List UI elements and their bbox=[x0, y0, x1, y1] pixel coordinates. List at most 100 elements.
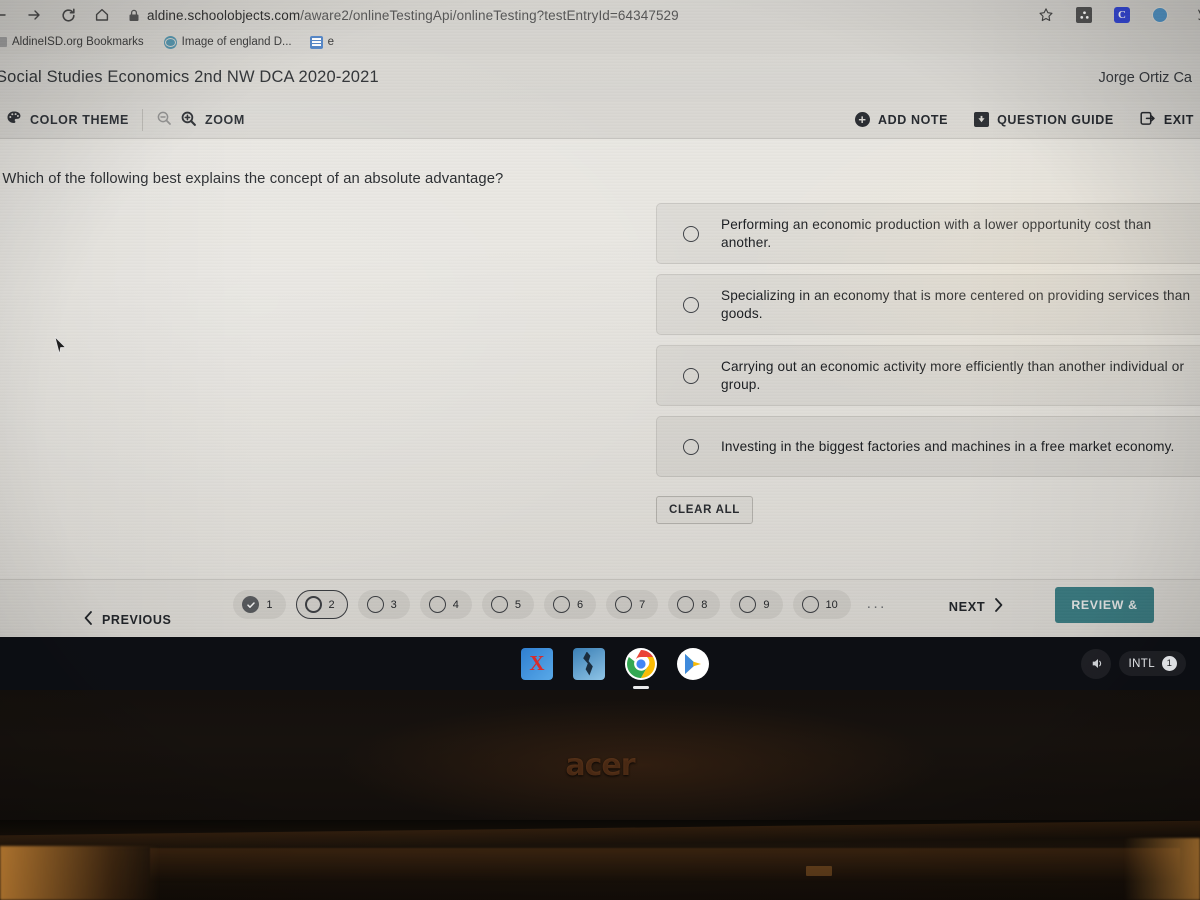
bookmark-item-england[interactable]: Image of england D... bbox=[163, 35, 292, 49]
pill-number: 9 bbox=[763, 598, 770, 611]
question-pill-8[interactable]: 8 bbox=[668, 590, 721, 619]
profile-icon[interactable] bbox=[1150, 5, 1170, 25]
answer-option-text: Carrying out an economic activity more e… bbox=[721, 358, 1185, 392]
app-running-indicator bbox=[633, 685, 649, 689]
pill-number: 4 bbox=[452, 598, 459, 611]
question-pill-2[interactable]: 2 bbox=[295, 590, 348, 619]
radio-icon[interactable] bbox=[683, 367, 699, 384]
question-guide-button[interactable]: QUESTION GUIDE bbox=[961, 101, 1127, 138]
radio-icon bbox=[677, 596, 695, 613]
mouse-cursor bbox=[54, 336, 68, 361]
add-note-label: ADD NOTE bbox=[877, 112, 949, 127]
exit-label: EXIT bbox=[1163, 112, 1194, 127]
omnibox[interactable]: aldine.schoolobjects.com/aware2/onlineTe… bbox=[128, 3, 1036, 27]
check-icon bbox=[242, 596, 260, 613]
lock-icon bbox=[128, 9, 140, 22]
back-arrow-icon[interactable] bbox=[0, 5, 10, 25]
test-toolbar-left: COLOR THEME ZOOM bbox=[0, 101, 258, 138]
question-pill-1[interactable]: 1 bbox=[233, 590, 286, 619]
bookmark-label: AldineISD.org Bookmarks bbox=[12, 36, 144, 48]
exit-button[interactable]: EXIT bbox=[1127, 101, 1198, 138]
question-nav-bar: PREVIOUS 1 2 3 4 5 6 7 8 9 10 ... NEXT R… bbox=[0, 579, 1200, 637]
next-button[interactable]: NEXT bbox=[948, 597, 1004, 615]
student-name: Jorge Ortiz Ca bbox=[1098, 69, 1192, 86]
question-guide-label: QUESTION GUIDE bbox=[997, 112, 1114, 127]
answer-option-text: Specializing in an economy that is more … bbox=[721, 287, 1191, 321]
pill-number: 7 bbox=[639, 598, 646, 611]
url-text: aldine.schoolobjects.com/aware2/onlineTe… bbox=[147, 8, 679, 23]
answer-option-a[interactable]: Performing an economic production with a… bbox=[656, 203, 1200, 264]
system-tray-status-area[interactable]: INTL 1 bbox=[1119, 651, 1186, 676]
previous-label: PREVIOUS bbox=[102, 612, 172, 627]
browser-toolbar: aldine.schoolobjects.com/aware2/onlineTe… bbox=[0, 0, 1200, 30]
pill-number: 8 bbox=[701, 598, 708, 611]
bookmark-item-aldineisd[interactable]: AldineISD.org Bookmarks bbox=[0, 36, 144, 48]
radio-icon[interactable] bbox=[683, 438, 699, 455]
question-pill-4[interactable]: 4 bbox=[419, 590, 472, 619]
test-toolbar: COLOR THEME ZOOM + ADD NOTE QUESTION GUI… bbox=[0, 101, 1200, 139]
question-pill-6[interactable]: 6 bbox=[544, 590, 597, 619]
zoom-out-button[interactable] bbox=[143, 101, 176, 138]
radio-icon[interactable] bbox=[683, 225, 699, 242]
volume-icon[interactable] bbox=[1081, 648, 1112, 679]
radio-icon bbox=[801, 596, 819, 613]
answer-option-c[interactable]: Carrying out an economic activity more e… bbox=[656, 345, 1200, 406]
answer-option-text: Performing an economic production with a… bbox=[721, 216, 1152, 250]
question-guide-icon bbox=[974, 112, 990, 127]
notification-badge: 1 bbox=[1162, 656, 1177, 671]
question-pill-5[interactable]: 5 bbox=[481, 590, 535, 619]
clear-all-button[interactable]: CLEAR ALL bbox=[656, 496, 754, 524]
laptop-base-tab bbox=[806, 866, 832, 876]
question-pill-7[interactable]: 7 bbox=[606, 590, 659, 619]
plus-circle-icon: + bbox=[854, 112, 870, 127]
ime-label: INTL bbox=[1128, 657, 1155, 670]
laptop-screen: aldine.schoolobjects.com/aware2/onlineTe… bbox=[0, 0, 1200, 648]
answer-option-text: Investing in the biggest factories and m… bbox=[721, 438, 1175, 454]
play-store-icon[interactable] bbox=[677, 647, 709, 680]
question-pill-3[interactable]: 3 bbox=[357, 590, 410, 619]
radio-icon bbox=[615, 596, 633, 613]
shelf-system-tray: INTL 1 bbox=[1081, 648, 1186, 679]
previous-button[interactable]: PREVIOUS bbox=[84, 611, 171, 628]
acer-brand-logo: acer bbox=[565, 748, 635, 783]
chrome-icon[interactable] bbox=[625, 647, 657, 689]
zoom-out-icon bbox=[156, 110, 172, 129]
add-note-button[interactable]: + ADD NOTE bbox=[842, 101, 961, 138]
forward-arrow-icon[interactable] bbox=[24, 5, 44, 25]
answer-option-d[interactable]: Investing in the biggest factories and m… bbox=[656, 416, 1200, 477]
question-pill-9[interactable]: 9 bbox=[730, 590, 783, 619]
reload-icon[interactable] bbox=[58, 5, 78, 25]
browser-nav-icons bbox=[0, 5, 112, 25]
radio-icon bbox=[304, 596, 322, 613]
xtramath-icon[interactable]: X bbox=[521, 647, 553, 680]
chevron-right-icon bbox=[994, 597, 1003, 615]
bookmark-label: Image of england D... bbox=[181, 36, 292, 48]
jumprope-icon[interactable] bbox=[573, 647, 605, 680]
extension-icon[interactable] bbox=[1074, 5, 1094, 25]
star-icon[interactable] bbox=[1036, 5, 1056, 25]
home-icon[interactable] bbox=[92, 5, 112, 25]
test-title-bar: Social Studies Economics 2nd NW DCA 2020… bbox=[0, 54, 1200, 101]
desk-light-glow-left bbox=[0, 846, 160, 900]
url-host: aldine.schoolobjects.com bbox=[147, 7, 301, 23]
laptop-hinge-strip bbox=[150, 848, 1180, 882]
radio-icon bbox=[553, 596, 571, 613]
answer-options-list: Performing an economic production with a… bbox=[656, 203, 1200, 487]
pill-number: 3 bbox=[390, 598, 397, 611]
pills-overflow-ellipsis[interactable]: ... bbox=[867, 595, 887, 612]
radio-icon bbox=[739, 596, 757, 613]
exit-icon bbox=[1140, 111, 1156, 129]
clever-icon[interactable]: C bbox=[1112, 5, 1132, 25]
next-label: NEXT bbox=[948, 598, 986, 614]
review-and-submit-button[interactable]: REVIEW & bbox=[1055, 586, 1154, 623]
document-icon bbox=[309, 35, 323, 49]
answer-option-b[interactable]: Specializing in an economy that is more … bbox=[656, 274, 1200, 335]
zoom-in-button[interactable]: ZOOM bbox=[176, 101, 258, 138]
color-theme-button[interactable]: COLOR THEME bbox=[0, 101, 142, 138]
question-pills: 1 2 3 4 5 6 7 8 9 10 ... bbox=[233, 590, 886, 619]
question-pill-10[interactable]: 10 bbox=[792, 590, 851, 619]
radio-icon[interactable] bbox=[683, 296, 699, 313]
bookmark-item-e[interactable]: e bbox=[309, 35, 334, 49]
browser-toolbar-right: C bbox=[1036, 5, 1200, 25]
pin-icon[interactable] bbox=[1188, 5, 1200, 25]
